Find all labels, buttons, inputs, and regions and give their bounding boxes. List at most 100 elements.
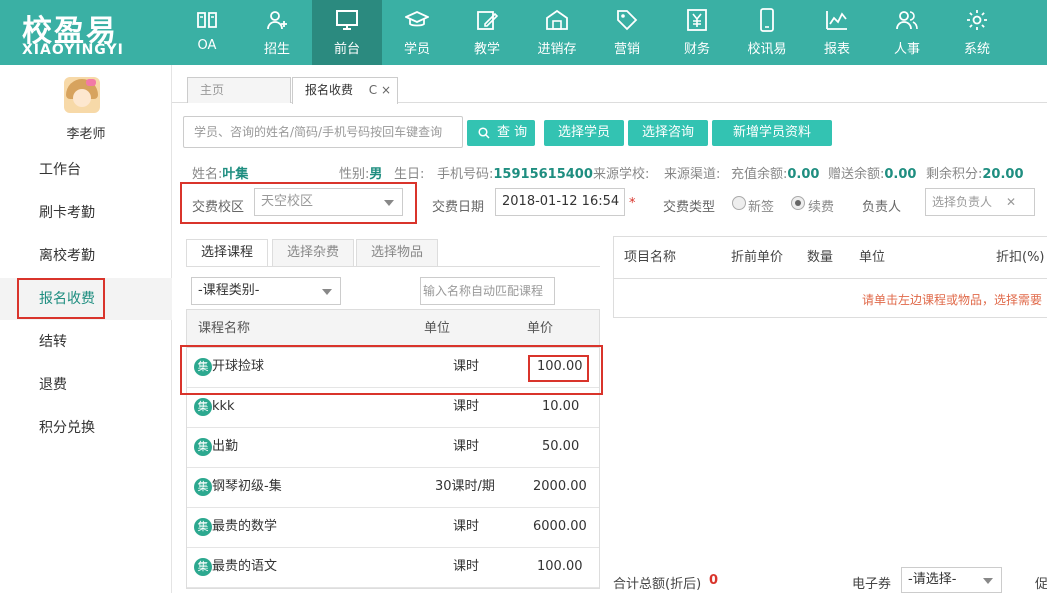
source-school: 来源学校: <box>593 167 650 182</box>
nav-label: 招生 <box>263 42 290 57</box>
user-name: 李老师 <box>66 127 106 142</box>
course-category-select[interactable]: -课程类别- <box>191 277 341 305</box>
monitor-icon <box>336 10 358 30</box>
course-name: 最贵的数学 <box>212 519 278 534</box>
col-course-name: 课程名称 <box>198 321 251 336</box>
course-price: 6000.00 <box>533 519 587 534</box>
pay-type-label: 交费类型 <box>663 200 716 215</box>
tab-enroll-fee[interactable]: 报名收费 C × <box>292 77 398 104</box>
nav-label: 学员 <box>403 42 430 57</box>
set-badge-icon: 集 <box>194 518 212 536</box>
course-price: 50.00 <box>542 439 580 454</box>
chevron-down-icon <box>322 289 332 295</box>
tab-select-fees[interactable]: 选择杂费 <box>272 239 354 267</box>
course-match-input[interactable]: 输入名称自动匹配课程 <box>420 277 555 305</box>
add-student-button[interactable]: 新增学员资料 <box>712 120 832 146</box>
select-consult-button[interactable]: 选择咨询 <box>628 120 708 146</box>
sidebar-item-points-exchange[interactable]: 积分兑换 <box>0 407 172 449</box>
total-value: 0 <box>709 573 719 588</box>
sidebar-item-dashboard[interactable]: 工作台 <box>0 149 172 191</box>
coupon-select[interactable]: -请选择- <box>901 567 1002 593</box>
tab-home[interactable]: 主页 <box>187 77 291 103</box>
tab-strip: 主页 报名收费 C × <box>172 65 1047 104</box>
source-channel: 来源渠道: <box>664 167 721 182</box>
radio-renew[interactable] <box>791 196 805 210</box>
course-unit: 课时 <box>453 559 480 574</box>
set-badge-icon: 集 <box>194 398 212 416</box>
nav-item-finance[interactable]: 财务 <box>662 0 732 65</box>
course-price: 100.00 <box>537 559 583 574</box>
student-phone: 手机号码:15915615400 <box>437 167 593 182</box>
owner-label: 负责人 <box>862 200 902 215</box>
date-input[interactable]: 2018-01-12 16:54 <box>495 188 625 216</box>
selected-items-table: 项目名称 折前单价 数量 单位 折扣(%) 请单击左边课程或物品，选择需要 <box>613 236 1047 318</box>
nav-label: 校讯易 <box>747 42 787 57</box>
tab-select-items[interactable]: 选择物品 <box>356 239 438 267</box>
main-nav: OA 招生 前台 学员 教学 进销存 营销 财务 校讯易 报表 人事 系统 <box>172 0 1012 65</box>
nav-item-teaching[interactable]: 教学 <box>452 0 522 65</box>
col-qty: 数量 <box>807 250 834 265</box>
table-row[interactable]: 集 最贵的语文 课时 100.00 <box>187 548 599 588</box>
course-price: 2000.00 <box>533 479 587 494</box>
search-input[interactable]: 学员、咨询的姓名/简码/手机号码按回车键查询 <box>183 116 463 148</box>
clear-icon[interactable]: ✕ <box>1006 189 1016 215</box>
nav-item-inventory[interactable]: 进销存 <box>522 0 592 65</box>
select-student-button[interactable]: 选择学员 <box>544 120 624 146</box>
graduation-cap-icon <box>405 11 429 27</box>
nav-label: OA <box>197 38 217 53</box>
sidebar-item-label: 工作台 <box>39 162 81 178</box>
sidebar-item-leave-attendance[interactable]: 离校考勤 <box>0 235 172 277</box>
search-icon <box>478 127 490 139</box>
nav-item-hr[interactable]: 人事 <box>872 0 942 65</box>
owner-placeholder: 选择负责人 <box>932 195 993 209</box>
category-value: -课程类别- <box>198 283 260 298</box>
sidebar-item-refund[interactable]: 退费 <box>0 364 172 406</box>
left-sidebar: 李老师 工作台 刷卡考勤 离校考勤 报名收费 结转 退费 积分兑换 <box>0 65 172 593</box>
sidebar-item-card-attendance[interactable]: 刷卡考勤 <box>0 192 172 234</box>
edit-icon <box>477 11 499 30</box>
table-row[interactable]: 集 出勤 课时 50.00 <box>187 428 599 468</box>
sidebar-item-transfer[interactable]: 结转 <box>0 321 172 363</box>
tab-label: 主页 <box>200 83 225 97</box>
nav-item-system[interactable]: 系统 <box>942 0 1012 65</box>
remaining-points: 剩余积分:20.00 <box>926 167 1024 182</box>
nav-item-oa[interactable]: OA <box>172 0 242 65</box>
radio-new[interactable] <box>732 196 746 210</box>
table-row[interactable]: 集 钢琴初级-集 30课时/期 2000.00 <box>187 468 599 508</box>
owner-select[interactable]: 选择负责人 ✕ <box>925 188 1035 216</box>
nav-label: 人事 <box>893 42 920 57</box>
date-label: 交费日期 <box>432 200 485 215</box>
course-unit: 30课时/期 <box>435 479 495 494</box>
book-icon <box>197 12 217 28</box>
sidebar-item-label: 积分兑换 <box>39 420 95 436</box>
course-name: 出勤 <box>212 439 239 454</box>
col-unit: 单位 <box>859 250 886 265</box>
gear-icon <box>967 10 987 30</box>
tab-select-course[interactable]: 选择课程 <box>186 239 268 267</box>
nav-label: 系统 <box>963 42 990 57</box>
nav-item-marketing[interactable]: 营销 <box>592 0 662 65</box>
table-row[interactable]: 集 最贵的数学 课时 6000.00 <box>187 508 599 548</box>
phone-icon <box>760 8 774 32</box>
table-header: 课程名称 单位 单价 <box>187 310 599 348</box>
col-unit: 单位 <box>424 321 451 336</box>
app-logo: 校盈易 XIAOYINGYI <box>0 0 172 65</box>
coupon-value: -请选择- <box>908 572 957 587</box>
avatar[interactable] <box>64 77 100 113</box>
course-name: 最贵的语文 <box>212 559 278 574</box>
table-header: 项目名称 折前单价 数量 单位 折扣(%) <box>614 237 1047 279</box>
nav-item-students[interactable]: 学员 <box>382 0 452 65</box>
nav-item-enroll[interactable]: 招生 <box>242 0 312 65</box>
nav-label: 进销存 <box>537 42 577 57</box>
col-orig-price: 折前单价 <box>731 250 784 265</box>
col-item-name: 项目名称 <box>624 250 677 265</box>
sidebar-item-label: 离校考勤 <box>39 248 95 264</box>
nav-item-reports[interactable]: 报表 <box>802 0 872 65</box>
close-icon[interactable]: C × <box>369 78 391 102</box>
nav-item-messaging[interactable]: 校讯易 <box>732 0 802 65</box>
nav-item-frontdesk[interactable]: 前台 <box>312 0 382 65</box>
gift-balance: 赠送余额:0.00 <box>828 167 917 182</box>
chart-icon <box>826 11 847 30</box>
query-button[interactable]: 查 询 <box>467 120 535 146</box>
set-badge-icon: 集 <box>194 478 212 496</box>
